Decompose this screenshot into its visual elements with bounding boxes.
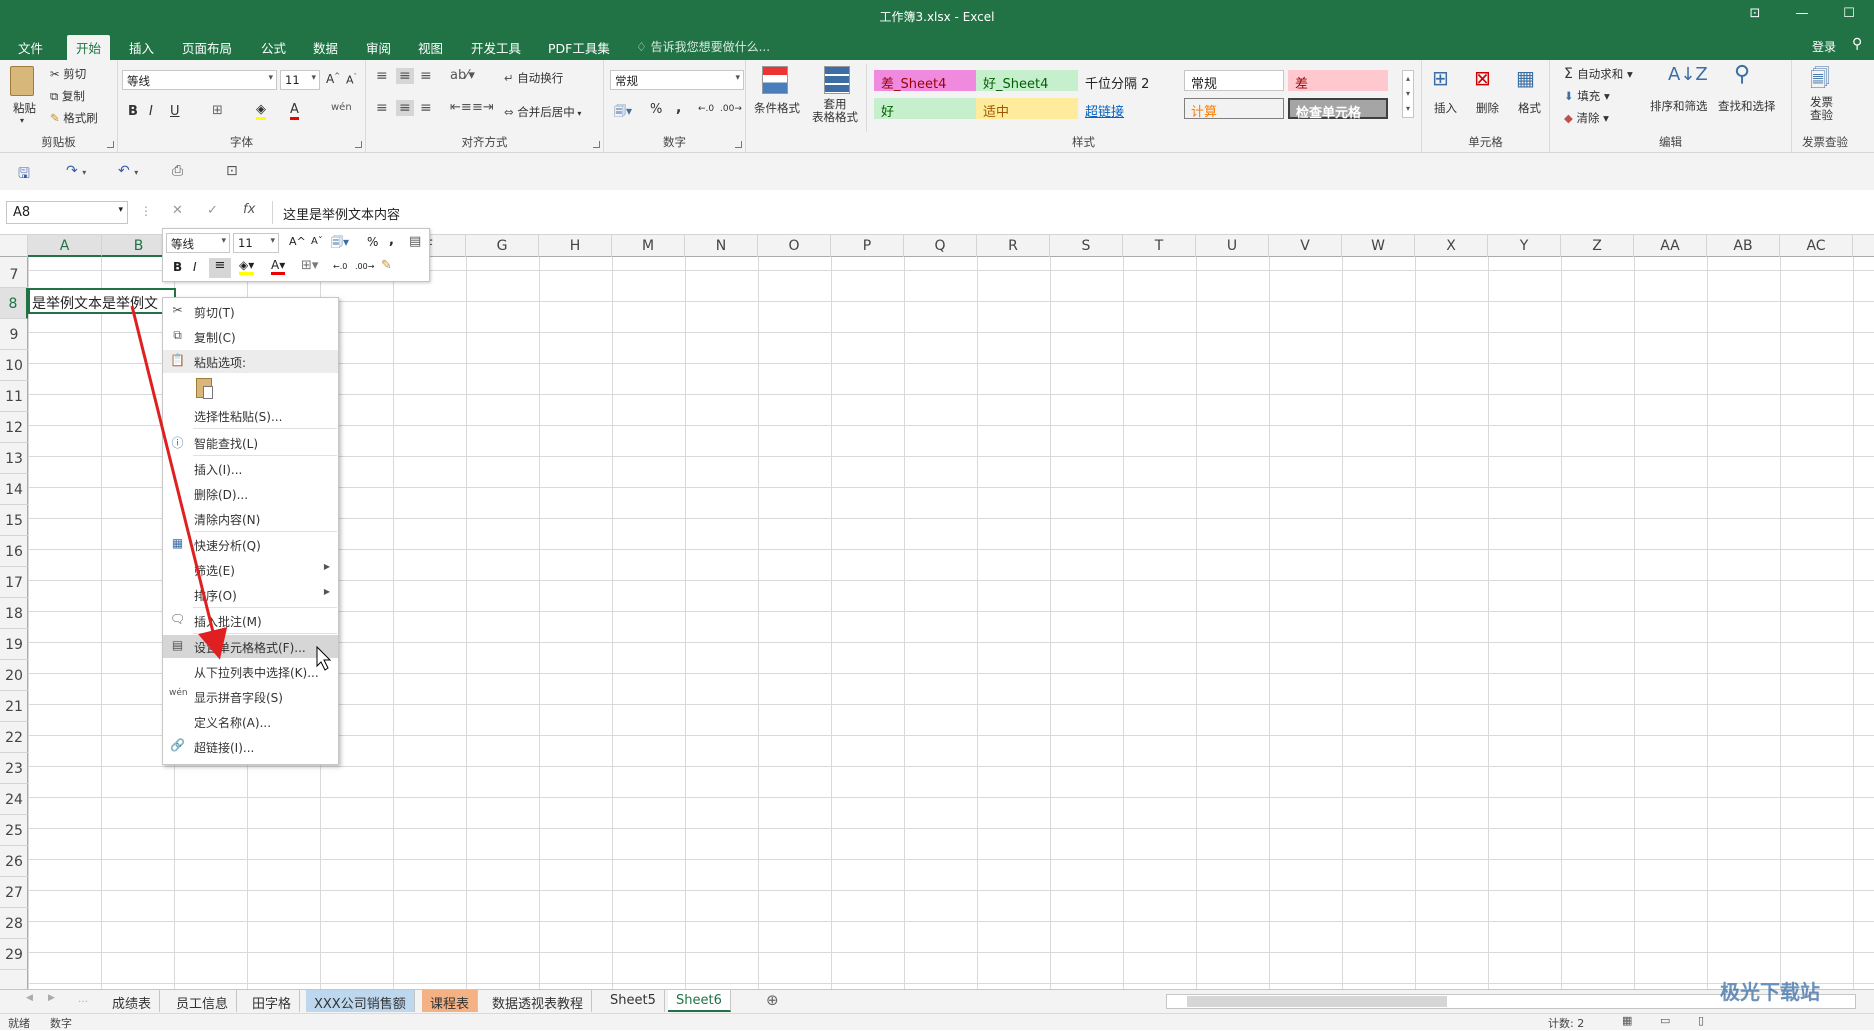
sheet-tab-active[interactable]: Sheet6 <box>668 990 731 1012</box>
status-numlock: 数字 <box>50 1017 72 1030</box>
next-sheet-icon[interactable]: ▶ <box>48 993 55 1003</box>
sheet-tab[interactable]: 田字格 <box>244 990 301 1012</box>
sheet-tab[interactable]: 课程表 <box>422 990 479 1012</box>
sheet-tab[interactable]: Sheet5 <box>602 990 665 1012</box>
red-arrow <box>130 305 228 660</box>
status-bar: 就绪 数字 计数: 2 ▦ ▭ ▯ <box>0 1013 1874 1030</box>
prev-sheet-icon[interactable]: ◀ <box>26 993 33 1003</box>
page-layout-icon[interactable]: ▭ <box>1660 1014 1670 1027</box>
watermark-logo: 极光下载站 <box>1720 980 1820 1004</box>
sheet-tab-bar: ◀ ▶ … 成绩表 员工信息 田字格 XXX公司销售额 课程表 数据透视表教程 … <box>0 989 1874 1013</box>
more-sheets-icon[interactable]: … <box>78 994 88 1005</box>
mouse-cursor-icon <box>316 645 332 671</box>
scrollbar-thumb[interactable] <box>1187 996 1447 1007</box>
sheet-tab[interactable]: 成绩表 <box>104 990 161 1012</box>
sheet-tab[interactable]: 员工信息 <box>168 990 238 1012</box>
annotation-overlay <box>130 305 332 671</box>
sheet-tab[interactable]: 数据透视表教程 <box>484 990 593 1012</box>
status-count: 计数: 2 <box>1548 1017 1585 1030</box>
page-break-icon[interactable]: ▯ <box>1698 1014 1704 1027</box>
status-ready: 就绪 <box>8 1017 30 1030</box>
sheet-tab[interactable]: XXX公司销售额 <box>306 990 415 1012</box>
add-sheet-icon[interactable]: ⊕ <box>766 991 779 1009</box>
normal-view-icon[interactable]: ▦ <box>1622 1014 1632 1027</box>
